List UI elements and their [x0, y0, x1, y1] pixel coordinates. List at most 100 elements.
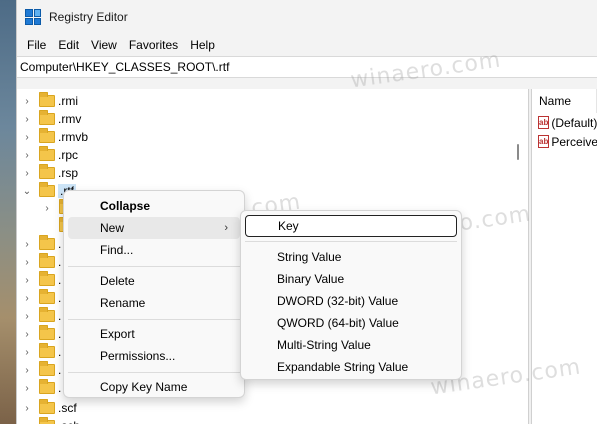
tree-item[interactable]: ›.: [20, 361, 61, 379]
submenu-item-multi-string-value[interactable]: Multi-String Value: [245, 334, 457, 356]
folder-icon: [39, 164, 55, 179]
submenu-item-dword-32-bit-value[interactable]: DWORD (32-bit) Value: [245, 290, 457, 312]
submenu-item-expandable-string-value[interactable]: Expandable String Value: [245, 356, 457, 378]
window-title: Registry Editor: [49, 10, 128, 24]
menu-separator: [68, 319, 240, 320]
value-row[interactable]: ab (Default): [532, 113, 597, 132]
submenu-item-qword-64-bit-value[interactable]: QWORD (64-bit) Value: [245, 312, 457, 334]
menu-separator: [245, 241, 457, 242]
tree-item[interactable]: › .scb: [20, 417, 80, 424]
menu-item-copy-key-name[interactable]: Copy Key Name: [68, 376, 240, 398]
tree-item-label: .: [58, 237, 62, 251]
address-bar[interactable]: Computer\HKEY_CLASSES_ROOT\.rtf: [17, 56, 597, 78]
tree-item[interactable]: ›.: [20, 307, 61, 325]
tree-item-label: .rpc: [58, 148, 79, 162]
tree-item[interactable]: ›.: [20, 289, 61, 307]
submenu-item-string-value[interactable]: String Value: [245, 246, 457, 268]
tree-item[interactable]: › .scf: [20, 399, 77, 417]
column-header-name[interactable]: Name: [532, 89, 597, 113]
chevron-right-icon[interactable]: ›: [20, 365, 34, 376]
folder-icon: [39, 92, 55, 107]
folder-icon: [39, 235, 55, 250]
menu-item-export[interactable]: Export: [68, 323, 240, 345]
menu-edit[interactable]: Edit: [52, 38, 85, 52]
tree-scrollbar[interactable]: [510, 89, 527, 424]
chevron-right-icon[interactable]: ›: [20, 347, 34, 358]
submenu-item-label: Binary Value: [277, 272, 345, 286]
menu-bar: File Edit View Favorites Help: [17, 34, 597, 56]
submenu-item-label: DWORD (32-bit) Value: [277, 294, 399, 308]
menu-item-permissions[interactable]: Permissions...: [68, 345, 240, 367]
chevron-right-icon[interactable]: ›: [20, 383, 34, 394]
folder-icon: [39, 271, 55, 286]
folder-icon: [39, 325, 55, 340]
column-header-label: Name: [539, 94, 572, 108]
chevron-right-icon[interactable]: ›: [20, 329, 34, 340]
tree-item-label: .: [58, 273, 62, 287]
folder-icon: [39, 361, 55, 376]
menu-separator: [68, 266, 240, 267]
value-name: (Default): [551, 115, 597, 130]
tree-item[interactable]: › .rpc: [20, 146, 78, 164]
chevron-right-icon[interactable]: ›: [20, 293, 34, 304]
menu-item-new[interactable]: New ›: [68, 217, 240, 239]
chevron-right-icon[interactable]: ›: [20, 150, 34, 161]
tree-item-label: .rmv: [58, 112, 82, 126]
menu-item-find[interactable]: Find...: [68, 239, 240, 261]
chevron-right-icon[interactable]: ›: [20, 239, 34, 250]
menu-file[interactable]: File: [21, 38, 52, 52]
menu-item-delete[interactable]: Delete: [68, 270, 240, 292]
chevron-right-icon[interactable]: ›: [20, 114, 34, 125]
chevron-right-icon[interactable]: ›: [20, 168, 34, 179]
folder-icon: [39, 128, 55, 143]
folder-icon: [39, 399, 55, 414]
tree-item[interactable]: ›.: [20, 253, 61, 271]
chevron-right-icon[interactable]: ›: [40, 203, 54, 214]
tree-item-label: .: [58, 255, 62, 269]
tree-item[interactable]: ›.: [20, 235, 61, 253]
address-path[interactable]: Computer\HKEY_CLASSES_ROOT\.rtf: [20, 60, 229, 74]
menu-item-label: Permissions...: [100, 349, 176, 363]
tree-item[interactable]: › .rsp: [20, 164, 78, 182]
menu-favorites[interactable]: Favorites: [123, 38, 184, 52]
chevron-right-icon[interactable]: ›: [20, 421, 34, 424]
tree-item[interactable]: ›.: [20, 325, 61, 343]
submenu-item-label: String Value: [277, 250, 342, 264]
tree-item[interactable]: › .rmvb: [20, 128, 88, 146]
tree-item-label: .rsp: [58, 166, 79, 180]
desktop-background: [0, 0, 16, 424]
tree-item-label: .: [58, 309, 62, 323]
chevron-down-icon[interactable]: ⌄: [20, 186, 34, 197]
string-value-icon: ab: [538, 116, 550, 129]
tree-item-label: .scb: [58, 419, 80, 424]
menu-view[interactable]: View: [85, 38, 123, 52]
menu-help[interactable]: Help: [184, 38, 221, 52]
menu-separator: [68, 372, 240, 373]
menu-item-label: Collapse: [100, 199, 151, 213]
scrollbar-thumb[interactable]: [517, 144, 519, 160]
tree-item[interactable]: ›.: [20, 343, 61, 361]
chevron-right-icon[interactable]: ›: [20, 257, 34, 268]
chevron-right-icon[interactable]: ›: [20, 403, 34, 414]
menu-item-label: Export: [100, 327, 135, 341]
submenu-item-binary-value[interactable]: Binary Value: [245, 268, 457, 290]
folder-icon: [39, 182, 55, 197]
chevron-right-icon[interactable]: ›: [20, 132, 34, 143]
tree-item[interactable]: › .rmv: [20, 110, 81, 128]
tree-item[interactable]: ›.: [20, 379, 61, 397]
title-bar: Registry Editor: [17, 0, 597, 34]
chevron-right-icon[interactable]: ›: [20, 275, 34, 286]
value-row[interactable]: ab Perceive: [532, 132, 597, 151]
folder-icon: [39, 110, 55, 125]
menu-item-collapse[interactable]: Collapse: [68, 195, 240, 217]
folder-icon: [39, 379, 55, 394]
tree-item[interactable]: ›.: [20, 271, 61, 289]
chevron-right-icon[interactable]: ›: [20, 311, 34, 322]
chevron-right-icon[interactable]: ›: [20, 96, 34, 107]
submenu-item-key[interactable]: Key: [245, 215, 457, 237]
folder-icon: [39, 307, 55, 322]
tree-item-label: .: [58, 381, 62, 395]
menu-item-rename[interactable]: Rename: [68, 292, 240, 314]
tree-item-label: .rmi: [58, 94, 78, 108]
tree-item[interactable]: › .rmi: [20, 92, 78, 110]
